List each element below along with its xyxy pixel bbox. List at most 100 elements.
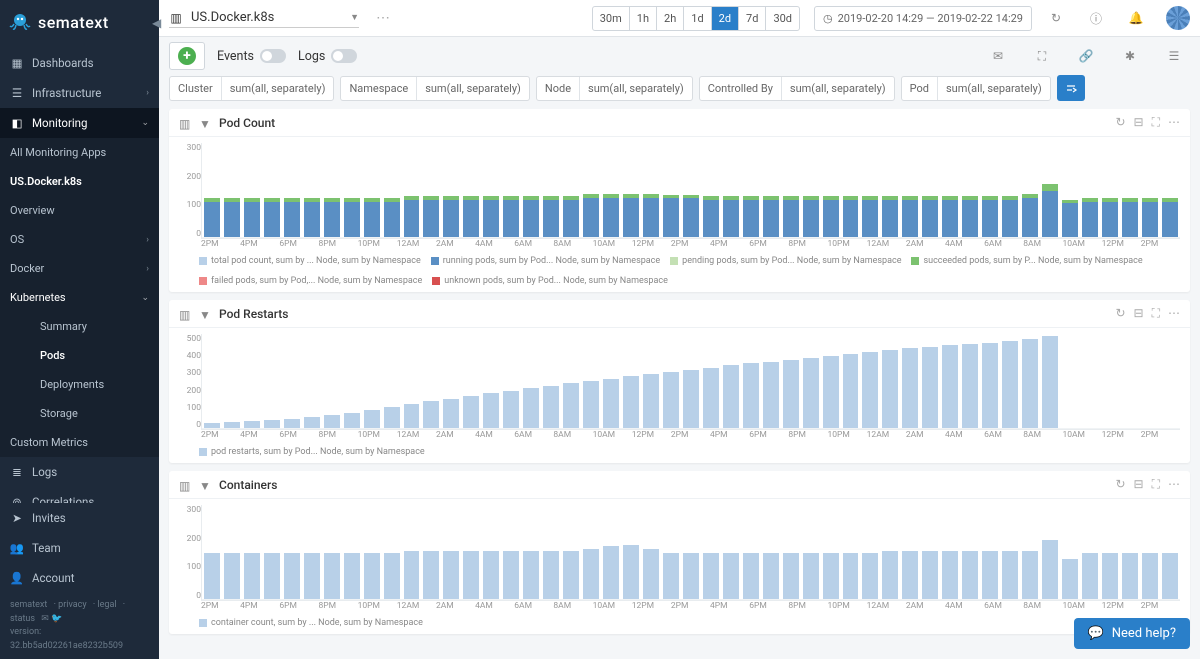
nav-kubernetes[interactable]: Kubernetes⌄ (0, 283, 159, 312)
mail-icon[interactable]: ✉ (982, 40, 1014, 72)
nav-deployments[interactable]: Deployments (0, 370, 159, 399)
events-toggle[interactable]: Events (217, 49, 286, 64)
filter-icon[interactable]: ▼ (199, 479, 211, 491)
filter-node[interactable]: Node sum(all, separately) (536, 76, 693, 101)
time-display[interactable]: ◷ 2019-02-20 14:29 — 2019-02-22 14:29 (814, 6, 1032, 31)
collapse-sidebar-button[interactable]: ◀ (152, 16, 160, 32)
chart-icon: ▥ (169, 11, 183, 25)
nav-invites[interactable]: ➤Invites (0, 503, 159, 533)
avatar[interactable] (1166, 6, 1190, 30)
footer-link[interactable]: sematext (10, 600, 47, 610)
refresh-icon[interactable]: ↻ (1115, 115, 1125, 130)
chevron-right-icon: › (146, 264, 149, 274)
expand-icon[interactable]: ⛶ (1152, 477, 1160, 492)
legend-item: failed pods, sum by Pod,... Node, sum by… (199, 276, 422, 286)
nav-current-app[interactable]: US.Docker.k8s (0, 167, 159, 196)
info-icon[interactable]: ⓘ (1080, 2, 1112, 34)
refresh-icon[interactable]: ↻ (1115, 306, 1125, 321)
time-range-30d[interactable]: 30d (766, 7, 799, 30)
time-range-2h[interactable]: 2h (657, 7, 684, 30)
nav-summary[interactable]: Summary (0, 312, 159, 341)
refresh-icon[interactable]: ↻ (1040, 2, 1072, 34)
footer-link[interactable]: status (10, 614, 35, 624)
switch-icon (331, 49, 357, 63)
nav-os[interactable]: OS› (0, 225, 159, 254)
help-button[interactable]: 💬 Need help? (1074, 618, 1190, 649)
more-icon[interactable]: ⋯ (367, 2, 399, 34)
toolbar: + Events Logs ✉ ⛶ 🔗 ✱ ☰ (159, 37, 1200, 75)
time-range-30m[interactable]: 30m (593, 7, 630, 30)
fullscreen-icon[interactable]: ⛶ (1026, 40, 1058, 72)
user-icon: 👤 (10, 571, 24, 585)
chevron-right-icon: › (146, 235, 149, 245)
send-icon: ➤ (10, 511, 24, 525)
expand-icon[interactable]: ⛶ (1152, 306, 1160, 321)
filter-row: Cluster sum(all, separately) Namespace s… (159, 75, 1200, 109)
panel-title: Containers (219, 478, 1107, 492)
sidebar: sematext ◀ ▦Dashboards ☰Infrastructure› … (0, 0, 159, 659)
time-range-1h[interactable]: 1h (630, 7, 657, 30)
nav-infrastructure[interactable]: ☰Infrastructure› (0, 78, 159, 108)
topbar: ▥ US.Docker.k8s ▼ ⋯ 30m1h2h1d2d7d30d ◷ 2… (159, 0, 1200, 37)
nav-dashboards[interactable]: ▦Dashboards (0, 48, 159, 78)
nav-monitoring[interactable]: ◧Monitoring⌄ (0, 108, 159, 138)
bug-icon[interactable]: ✱ (1114, 40, 1146, 72)
panel-title: Pod Count (219, 116, 1107, 130)
collapse-icon[interactable]: ⊟ (1134, 477, 1144, 492)
legend-item: container count, sum by ... Node, sum by… (199, 618, 423, 628)
nav-overview[interactable]: Overview (0, 196, 159, 225)
footer-link[interactable]: legal (97, 600, 116, 610)
filter-pod[interactable]: Pod sum(all, separately) (901, 76, 1051, 101)
nav-custom-metrics[interactable]: Custom Metrics (0, 428, 159, 457)
chevron-down-icon: ⌄ (141, 118, 149, 128)
logs-icon: ≣ (10, 465, 24, 479)
time-range-2d[interactable]: 2d (712, 7, 739, 30)
nav-docker[interactable]: Docker› (0, 254, 159, 283)
plus-icon: + (178, 47, 196, 65)
filter-controlled-by[interactable]: Controlled By sum(all, separately) (699, 76, 895, 101)
link-icon[interactable]: 🔗 (1070, 40, 1102, 72)
more-icon[interactable]: ⋯ (1168, 306, 1180, 321)
caret-down-icon: ▼ (350, 12, 359, 23)
app-selector[interactable]: ▥ US.Docker.k8s ▼ (169, 8, 359, 28)
more-icon[interactable]: ⋯ (1168, 115, 1180, 130)
nav-storage[interactable]: Storage (0, 399, 159, 428)
legend-item: running pods, sum by Pod... Node, sum by… (431, 256, 660, 266)
legend: total pod count, sum by ... Node, sum by… (169, 253, 1190, 292)
legend-item: unknown pods, sum by Pod... Node, sum by… (432, 276, 668, 286)
collapse-icon[interactable]: ⊟ (1134, 115, 1144, 130)
filter-add-button[interactable] (1057, 75, 1085, 101)
legend-item: pending pods, sum by Pod... Node, sum by… (670, 256, 901, 266)
expand-icon[interactable]: ⛶ (1152, 115, 1160, 130)
footer-link[interactable]: privacy (58, 600, 86, 610)
add-button[interactable]: + (169, 42, 205, 70)
logo[interactable]: sematext (0, 0, 159, 48)
nav-all-apps[interactable]: All Monitoring Apps (0, 138, 159, 167)
twitter-icon[interactable]: 🐦 (51, 614, 62, 624)
bell-icon[interactable]: 🔔 (1120, 2, 1152, 34)
menu-icon[interactable]: ☰ (1158, 40, 1190, 72)
nav-pods[interactable]: Pods (0, 341, 159, 370)
nav: ▦Dashboards ☰Infrastructure› ◧Monitoring… (0, 48, 159, 503)
main: ▥ US.Docker.k8s ▼ ⋯ 30m1h2h1d2d7d30d ◷ 2… (159, 0, 1200, 659)
octopus-icon (8, 10, 32, 34)
chevron-right-icon: › (146, 88, 149, 98)
logs-toggle[interactable]: Logs (298, 49, 357, 64)
panel-containers: ▥ ▼ Containers ↻ ⊟ ⛶ ⋯ 3002001000 2PM4PM… (169, 471, 1190, 634)
mail-icon[interactable]: ✉ (41, 614, 49, 624)
team-icon: 👥 (10, 541, 24, 555)
more-icon[interactable]: ⋯ (1168, 477, 1180, 492)
filter-namespace[interactable]: Namespace sum(all, separately) (340, 76, 529, 101)
nav-correlations[interactable]: ⊚Correlations (0, 487, 159, 503)
time-range-1d[interactable]: 1d (684, 7, 711, 30)
time-range-7d[interactable]: 7d (739, 7, 766, 30)
filter-icon[interactable]: ▼ (199, 117, 211, 129)
nav-account[interactable]: 👤Account (0, 563, 159, 593)
collapse-icon[interactable]: ⊟ (1134, 306, 1144, 321)
nav-team[interactable]: 👥Team (0, 533, 159, 563)
filter-icon[interactable]: ▼ (199, 308, 211, 320)
brand-text: sematext (38, 13, 109, 32)
filter-cluster[interactable]: Cluster sum(all, separately) (169, 76, 334, 101)
nav-logs[interactable]: ≣Logs (0, 457, 159, 487)
refresh-icon[interactable]: ↻ (1115, 477, 1125, 492)
